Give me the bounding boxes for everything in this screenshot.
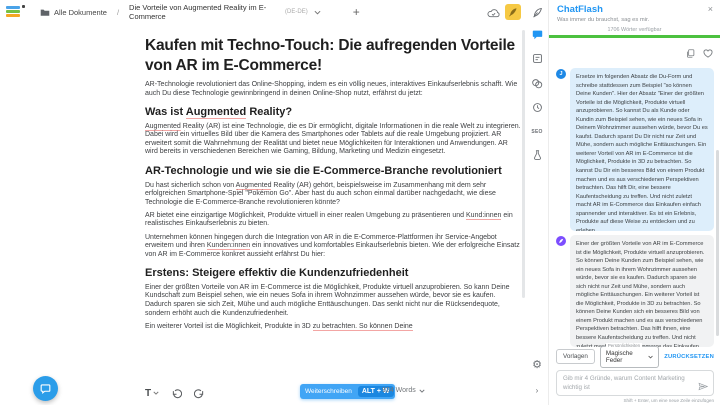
chat-title: ChatFlash — [557, 4, 603, 15]
input-hint: Shift + Enter, um eine neue Zeile einzuf… — [623, 398, 714, 403]
chevron-down-icon — [648, 355, 653, 358]
templates-button[interactable]: Vorlagen — [556, 349, 595, 364]
feather-icon — [559, 238, 564, 244]
document-scrollbar[interactable] — [522, 30, 525, 298]
lab-tool-icon[interactable] — [530, 148, 544, 162]
editor-toolbar: T Weiterschreiben ALT + W 924 Words — [145, 384, 522, 402]
chat-header: ChatFlash Was immer du brauchst, sag es … — [549, 0, 720, 23]
support-chat-fab[interactable] — [33, 376, 58, 401]
history-tool-icon[interactable] — [530, 100, 544, 114]
redo-button[interactable] — [194, 388, 205, 399]
chatflash-tool-icon[interactable] — [530, 27, 544, 41]
section-heading: Was ist Augmented Reality? — [145, 106, 293, 120]
copy-icon[interactable] — [686, 45, 695, 63]
word-count-dropdown[interactable]: 924 Words — [382, 387, 425, 394]
chat-controls: Vorlagen Persönlichkeiten Magische Feder… — [549, 343, 720, 403]
seo-label: SEO — [531, 129, 543, 135]
text-format-button[interactable]: T — [145, 388, 159, 399]
document-intro: AR-Technologie revolutioniert das Online… — [145, 81, 518, 97]
message-actions — [556, 42, 714, 68]
close-icon[interactable]: × — [708, 4, 713, 14]
text-format-label: T — [145, 387, 152, 399]
personality-select[interactable]: Persönlichkeiten Magische Feder — [599, 343, 660, 368]
section-paragraph: Unternehmen können hingegen durch die In… — [145, 233, 520, 258]
section-paragraph: Einer der größten Vorteile von AR im E-C… — [145, 283, 510, 317]
tool-sidebar: SEO ⚙ › — [526, 0, 548, 405]
word-count-label: 924 Words — [382, 387, 416, 394]
premium-feather-button[interactable] — [505, 4, 521, 20]
breadcrumb-root-label: Alle Dokumente — [54, 7, 107, 17]
seo-tool-icon[interactable]: SEO — [530, 125, 544, 139]
document-locale-badge: (DE-DE) — [285, 9, 308, 15]
folder-icon — [40, 9, 50, 16]
tab-chevron-down-icon[interactable] — [314, 10, 321, 15]
undo-button[interactable] — [171, 388, 183, 399]
chat-input-placeholder: Gib mir 4 Gründe, warum Content Marketin… — [563, 375, 685, 391]
reset-button[interactable]: ZURÜCKSETZEN — [664, 354, 714, 360]
document-tab-title[interactable]: Die Vorteile von Augmented Reality im E-… — [129, 3, 279, 21]
personality-selected-value: Magische Feder — [605, 349, 633, 364]
document-editor[interactable]: Kaufen mit Techno-Touch: Die aufregenden… — [0, 24, 522, 405]
continue-writing-button[interactable]: Weiterschreiben ALT + W — [300, 384, 395, 399]
section-paragraph: Augmented Reality (AR) ist eine Technolo… — [145, 122, 521, 156]
document-title: Kaufen mit Techno-Touch: Die aufregenden… — [145, 37, 515, 74]
ai-message-bubble[interactable]: Einer der größten Vorteile von AR im E-C… — [570, 235, 714, 347]
collapse-panel-icon[interactable]: › — [530, 383, 544, 397]
templates-tool-icon[interactable] — [530, 51, 544, 65]
section-paragraph: Du hast sicherlich schon von Augmented R… — [145, 181, 496, 206]
chat-input[interactable]: Gib mir 4 Gründe, warum Content Marketin… — [556, 370, 714, 396]
logo-flash-icon — [22, 5, 25, 8]
word-quota-label: 1706 Wörter verfügbar — [607, 27, 662, 33]
breadcrumb: Alle Dokumente / Die Vorteile von Augmen… — [40, 0, 360, 24]
favorite-heart-icon[interactable] — [703, 45, 713, 63]
chevron-down-icon — [153, 391, 159, 395]
magic-feather-tool-icon[interactable] — [530, 5, 544, 19]
personality-select-label: Persönlichkeiten — [605, 343, 643, 348]
user-message-bubble[interactable]: Ersetze im folgenden Absatz die Du-Form … — [570, 68, 714, 231]
user-message-row: J Ersetze im folgenden Absatz die Du-For… — [556, 68, 714, 231]
app-logo-icon[interactable] — [6, 6, 20, 18]
section-paragraph: AR bietet eine einzigartige Möglichkeit,… — [145, 211, 513, 228]
top-bar: Alle Dokumente / Die Vorteile von Augmen… — [0, 0, 548, 24]
send-icon[interactable] — [698, 378, 709, 396]
chat-bubble-icon — [40, 384, 51, 394]
section-heading: Erstens: Steigere effektiv die Kundenzuf… — [145, 267, 409, 280]
ai-avatar — [556, 236, 566, 246]
section-heading: AR-Technologie und wie sie die E-Commerc… — [145, 165, 502, 178]
breadcrumb-separator: / — [116, 7, 120, 17]
cloud-sync-icon[interactable] — [487, 5, 500, 23]
settings-icon[interactable]: ⚙ — [530, 358, 544, 372]
chat-scrollbar[interactable] — [716, 150, 719, 336]
new-document-tab-button[interactable]: + — [353, 5, 360, 19]
images-tool-icon[interactable] — [530, 76, 544, 90]
user-avatar: J — [556, 69, 566, 79]
all-documents-link[interactable]: Alle Dokumente — [40, 8, 107, 17]
chat-subtitle: Was immer du brauchst, sag es mir. — [557, 17, 650, 23]
feather-icon — [509, 8, 517, 17]
continue-writing-label: Weiterschreiben — [305, 388, 352, 395]
app-window: Alle Dokumente / Die Vorteile von Augmen… — [0, 0, 720, 405]
chat-messages[interactable]: J Ersetze im folgenden Absatz die Du-For… — [549, 38, 720, 347]
chatflash-panel: ChatFlash Was immer du brauchst, sag es … — [548, 0, 720, 405]
section-paragraph: Ein weiterer Vorteil ist die Möglichkeit… — [145, 322, 413, 331]
chevron-down-icon — [419, 389, 425, 393]
ai-message-row: Einer der größten Vorteile von AR im E-C… — [556, 235, 714, 347]
